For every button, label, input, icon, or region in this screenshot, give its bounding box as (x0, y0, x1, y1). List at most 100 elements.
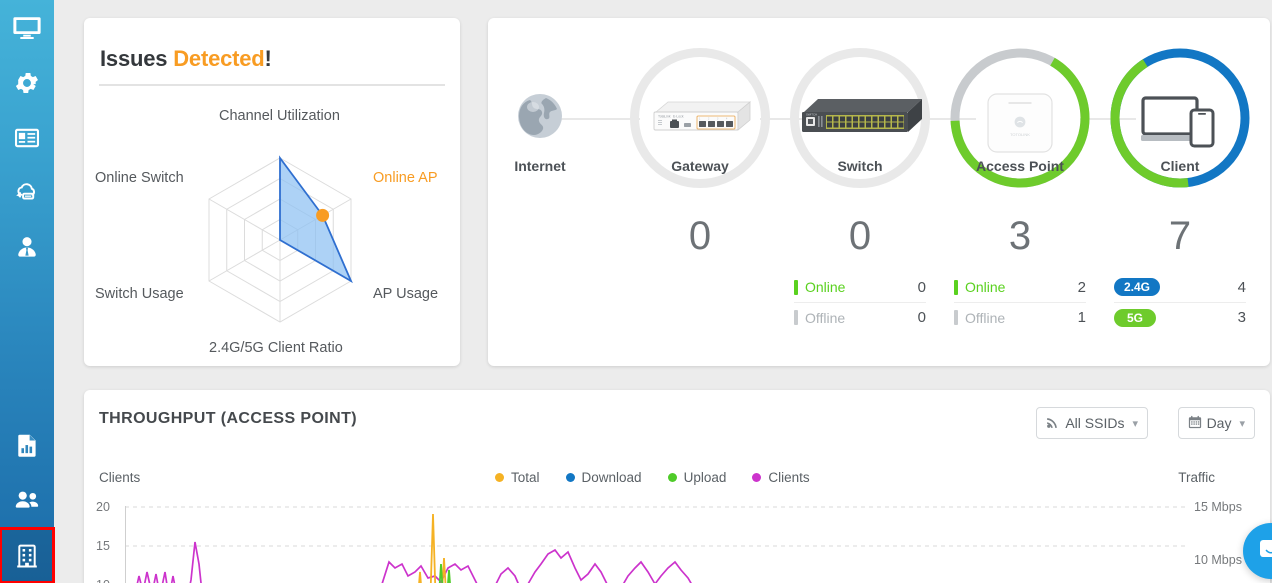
topo-count-gateway: 0 (688, 214, 712, 258)
radar-data-polygon (279, 155, 353, 284)
gateway-device-icon: TotaLink E-Lock 1 2 3 4 (646, 96, 754, 145)
throughput-card: THROUGHPUT (ACCESS POINT) All SSIDs ▾ Da… (84, 390, 1270, 583)
issues-detected-card: Issues Detected! Channel Utilization Onl… (84, 18, 460, 366)
status-bar-offline (954, 310, 958, 325)
radar-label-channel-utilization: Channel Utilization (219, 108, 340, 124)
legend-dot-clients (752, 473, 762, 482)
stat-label-offline: Offline (805, 309, 846, 326)
topo-node-gateway[interactable]: TotaLink E-Lock 1 2 3 4 Gateway 0 (620, 18, 780, 258)
radar-chart: Channel Utilization Online AP AP Usage 2… (84, 92, 460, 364)
svg-text:TOTOLINK: TOTOLINK (1010, 132, 1030, 137)
status-bar-online (794, 279, 798, 295)
legend-item-upload[interactable]: Upload (667, 470, 727, 485)
access-point-icon: TOTOLINK (983, 90, 1057, 161)
chevron-down-icon: ▾ (1239, 417, 1245, 430)
sidebar-item-settings[interactable] (0, 55, 54, 110)
svg-text:E-Lock: E-Lock (673, 115, 684, 119)
radar-label-client-ratio: 2.4G/5G Client Ratio (209, 340, 343, 356)
topo-label-internet: Internet (514, 158, 566, 174)
admin-user-icon (13, 234, 41, 262)
y-tick-left-20: 20 (96, 500, 110, 514)
gear-icon (13, 69, 41, 97)
y-tick-left-10: 10 (96, 578, 110, 583)
legend-item-download[interactable]: Download (565, 470, 642, 485)
time-range-label: Day (1206, 415, 1232, 431)
time-range-dropdown[interactable]: Day ▾ (1177, 407, 1255, 439)
stat-row-24g: 2.4G 4 (1114, 272, 1246, 302)
ssid-filter-dropdown[interactable]: All SSIDs ▾ (1036, 407, 1148, 439)
newspaper-icon (13, 124, 41, 152)
topo-label-switch: Switch (837, 158, 883, 174)
throughput-plot[interactable] (125, 506, 1188, 583)
sidebar-item-logs[interactable] (0, 110, 54, 165)
y-tick-right-15mbps: 15 Mbps (1194, 500, 1242, 514)
calendar-icon (1188, 415, 1202, 432)
topo-node-internet[interactable]: Internet (460, 18, 620, 218)
stat-label-online: Online (805, 279, 846, 295)
issues-title-accent: Detected (173, 46, 265, 71)
legend-label-download: Download (581, 470, 642, 485)
stat-value-offline: 0 (917, 309, 926, 326)
app-root: Issues Detected! Channel Utilization Onl… (0, 0, 1272, 583)
radar-label-ap-usage: AP Usage (373, 286, 439, 302)
issues-title-suffix: ! (264, 46, 272, 71)
wifi-signal-icon (1046, 415, 1060, 432)
topo-stats-access-point: Online 2 Offline 1 (954, 272, 1086, 332)
stat-row-5g: 5G 3 (1114, 302, 1246, 332)
stat-row-online: Online 0 (794, 272, 926, 302)
issues-title-prefix: Issues (100, 46, 168, 71)
switch-device-icon: SWITCH (796, 94, 924, 149)
topo-label-access-point: Access Point (976, 158, 1064, 174)
stat-value-5g: 3 (1237, 309, 1246, 326)
stat-row-offline: Offline 1 (954, 302, 1086, 332)
issues-title-divider (99, 84, 445, 86)
band-pill-5g: 5G (1114, 308, 1156, 327)
topo-label-gateway: Gateway (671, 158, 729, 174)
radar-chart-svg (208, 155, 353, 323)
legend-item-total[interactable]: Total (495, 470, 540, 485)
throughput-plot-svg (125, 506, 1188, 583)
svg-text:SWITCH: SWITCH (806, 113, 817, 117)
sidebar-item-admin[interactable] (0, 220, 54, 275)
users-icon (12, 486, 42, 516)
band-pill-24g: 2.4G (1114, 278, 1161, 296)
topo-node-switch[interactable]: SWITCH Switch 0 Online 0 Offline 0 (780, 18, 940, 326)
radar-label-online-switch: Online Switch (95, 170, 184, 186)
sidebar-item-cloud[interactable] (0, 165, 54, 220)
throughput-title: THROUGHPUT (ACCESS POINT) (99, 410, 357, 427)
sidebar-item-dashboard[interactable] (0, 0, 54, 55)
topo-count-switch: 0 (848, 214, 872, 258)
status-bar-offline (794, 310, 798, 325)
stat-label-offline: Offline (965, 309, 1006, 326)
chart-legend: Total Download Upload Clients (495, 470, 810, 485)
topo-node-client[interactable]: Client 7 2.4G 4 5G 3 (1100, 18, 1260, 327)
topo-stats-client: 2.4G 4 5G 3 (1114, 272, 1246, 332)
stat-row-online: Online 2 (954, 272, 1086, 302)
client-devices-icon (1141, 94, 1219, 155)
stat-value-online: 0 (917, 278, 926, 296)
legend-label-total: Total (511, 470, 540, 485)
radar-label-switch-usage: Switch Usage (95, 286, 184, 302)
legend-dot-upload (667, 473, 677, 482)
svg-text:TotaLink: TotaLink (658, 115, 671, 119)
report-chart-icon (14, 432, 41, 459)
y-tick-left-15: 15 (96, 539, 110, 553)
topo-stats-switch: Online 0 Offline 0 (794, 272, 926, 332)
stat-value-offline: 1 (1077, 309, 1086, 326)
topo-count-client: 7 (1168, 214, 1192, 258)
chart-y-axis-left-title: Clients (99, 470, 141, 485)
status-bar-online (954, 279, 958, 295)
monitor-icon (12, 13, 42, 43)
legend-label-upload: Upload (683, 470, 727, 485)
sidebar (0, 0, 55, 583)
legend-item-clients[interactable]: Clients (752, 470, 810, 485)
y-tick-right-10mbps: 10 Mbps (1194, 553, 1242, 567)
chat-bubble-icon (1257, 535, 1272, 568)
cloud-device-icon (12, 178, 42, 208)
sidebar-item-sites[interactable] (0, 527, 55, 583)
sidebar-item-reports[interactable] (0, 418, 54, 473)
topo-count-access-point: 3 (1008, 214, 1032, 258)
sidebar-item-clients[interactable] (0, 473, 54, 528)
topo-node-access-point[interactable]: TOTOLINK Access Point 3 Online 2 Offline… (940, 18, 1100, 326)
stat-row-offline: Offline 0 (794, 302, 926, 332)
